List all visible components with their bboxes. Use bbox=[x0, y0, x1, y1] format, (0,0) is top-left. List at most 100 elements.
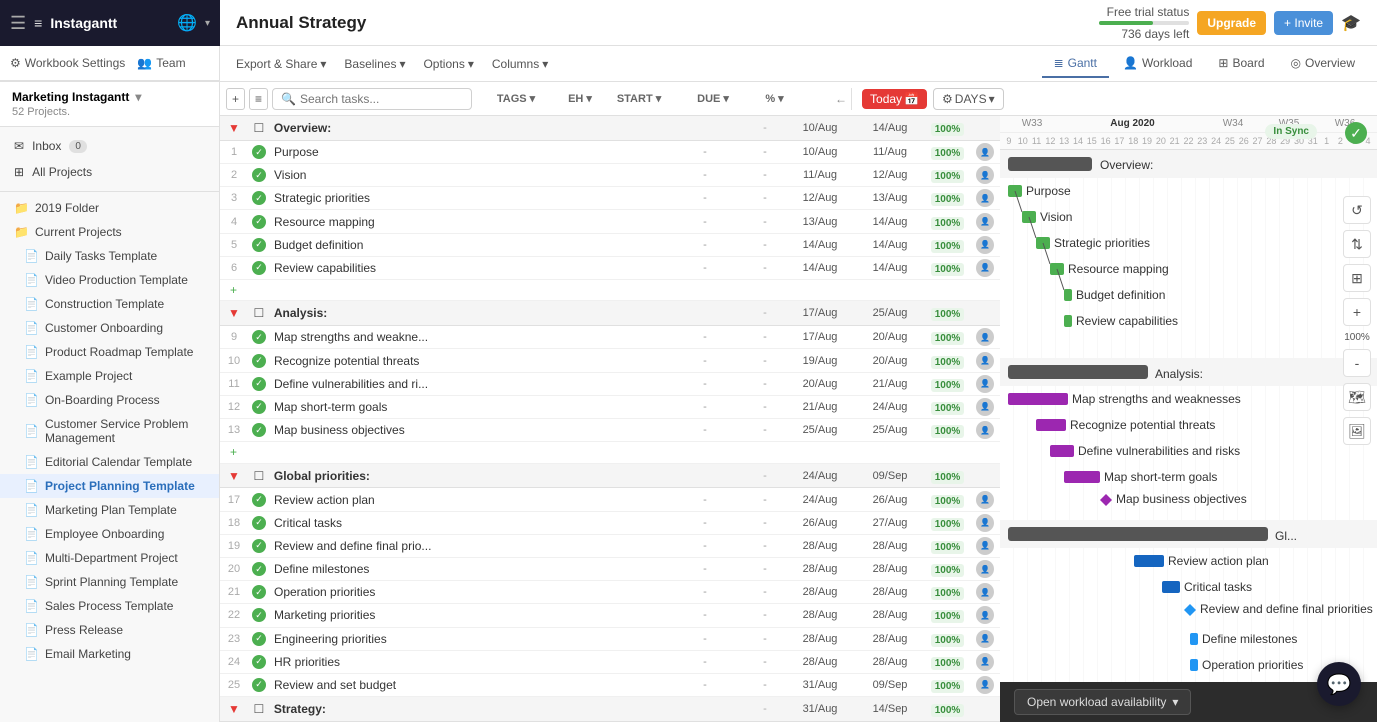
table-row[interactable]: 6 Review capabilities - - 14/Aug 14/Aug … bbox=[220, 257, 1000, 280]
table-row[interactable]: 2 Vision - - 11/Aug 12/Aug 100% 👤 bbox=[220, 164, 1000, 187]
collapse-icon[interactable]: ▼ bbox=[228, 469, 240, 483]
sidebar-project-editorial[interactable]: 📄 Editorial Calendar Template bbox=[0, 450, 219, 474]
undo-button[interactable]: ↺ bbox=[1343, 196, 1371, 224]
workspace-name[interactable]: Marketing Instagantt bbox=[12, 90, 129, 104]
workbook-settings-btn[interactable]: ⚙ Workbook Settings bbox=[10, 56, 125, 70]
sort-button[interactable]: ⇅ bbox=[1343, 230, 1371, 258]
doc-icon: 📄 bbox=[24, 551, 39, 565]
zoom-out-button[interactable]: - bbox=[1343, 349, 1371, 377]
sidebar-project-sales[interactable]: 📄 Sales Process Template bbox=[0, 594, 219, 618]
sidebar-project-csp-management[interactable]: 📄 Customer Service Problem Management bbox=[0, 412, 219, 450]
week-w33: W33 bbox=[1004, 118, 1060, 129]
team-btn[interactable]: 👥 Team bbox=[137, 56, 185, 70]
section-strategy[interactable]: ▼ ☐ Strategy: - 31/Aug 14/Sep 100% bbox=[220, 697, 1000, 722]
tags-column-header[interactable]: TAGS ▾ bbox=[476, 92, 556, 105]
globe-icon[interactable]: 🌐 bbox=[177, 13, 197, 33]
sidebar-project-product-roadmap[interactable]: 📄 Product Roadmap Template bbox=[0, 340, 219, 364]
svg-text:Review and define final priori: Review and define final priorities bbox=[1200, 602, 1373, 616]
due-column-header[interactable]: DUE ▾ bbox=[678, 92, 748, 105]
sidebar-project-press[interactable]: 📄 Press Release bbox=[0, 618, 219, 642]
table-row[interactable]: 20 Define milestones - - 28/Aug 28/Aug 1… bbox=[220, 558, 1000, 581]
sidebar-project-customer-onboarding[interactable]: 📄 Customer Onboarding bbox=[0, 316, 219, 340]
settings-icon: ⚙ bbox=[942, 92, 953, 106]
table-row[interactable]: 13 Map business objectives - - 25/Aug 25… bbox=[220, 419, 1000, 442]
table-row[interactable]: 17 Review action plan - - 24/Aug 26/Aug … bbox=[220, 488, 1000, 511]
section-icon: ☐ bbox=[248, 702, 270, 716]
sidebar-project-example[interactable]: 📄 Example Project bbox=[0, 364, 219, 388]
tab-workload[interactable]: 👤 Workload bbox=[1111, 50, 1204, 78]
table-row[interactable]: 9 Map strengths and weakne... - - 17/Aug… bbox=[220, 326, 1000, 349]
section-overview[interactable]: ▼ ☐ Overview: - 10/Aug 14/Aug 100% bbox=[220, 116, 1000, 141]
options-button[interactable]: Options ▾ bbox=[417, 53, 479, 75]
table-row[interactable]: 3 Strategic priorities - - 12/Aug 13/Aug… bbox=[220, 187, 1000, 210]
upgrade-button[interactable]: Upgrade bbox=[1197, 11, 1266, 35]
today-button[interactable]: Today 📅 bbox=[862, 89, 927, 109]
section-global-priorities[interactable]: ▼ ☐ Global priorities: - 24/Aug 09/Sep 1… bbox=[220, 464, 1000, 489]
collapse-icon[interactable]: ▼ bbox=[228, 121, 240, 135]
tab-gantt[interactable]: ≣ Gantt bbox=[1042, 50, 1109, 78]
image-button[interactable]: 🖼 bbox=[1343, 417, 1371, 445]
invite-button[interactable]: + Invite bbox=[1274, 11, 1333, 35]
table-row[interactable]: 21 Operation priorities - - 28/Aug 28/Au… bbox=[220, 581, 1000, 604]
days-button[interactable]: ⚙ DAYS ▾ bbox=[933, 88, 1004, 110]
export-share-button[interactable]: Export & Share ▾ bbox=[230, 53, 332, 75]
folder-current-projects[interactable]: 📁 Current Projects bbox=[0, 220, 219, 244]
table-row[interactable]: 10 Recognize potential threats - - 19/Au… bbox=[220, 349, 1000, 372]
search-icon: 🔍 bbox=[281, 92, 296, 106]
folder-2019[interactable]: 📁 2019 Folder bbox=[0, 196, 219, 220]
table-row[interactable]: 1 Purpose - - 10/Aug 11/Aug 100% 👤 bbox=[220, 141, 1000, 164]
table-row[interactable]: 5 Budget definition - - 14/Aug 14/Aug 10… bbox=[220, 234, 1000, 257]
add-task-analysis[interactable]: + bbox=[220, 442, 1000, 463]
svg-text:Recognize potential threats: Recognize potential threats bbox=[1070, 418, 1215, 432]
table-row[interactable]: 12 Map short-term goals - - 21/Aug 24/Au… bbox=[220, 396, 1000, 419]
zoom-in-button[interactable]: + bbox=[1343, 298, 1371, 326]
menu-icon[interactable]: ☰ bbox=[10, 13, 26, 34]
sidebar-project-sprint[interactable]: 📄 Sprint Planning Template bbox=[0, 570, 219, 594]
table-row[interactable]: 25 Review and set budget - - 31/Aug 09/S… bbox=[220, 674, 1000, 697]
add-row-button[interactable]: + bbox=[226, 88, 245, 110]
add-section-button[interactable]: ≡ bbox=[249, 88, 268, 110]
sidebar-project-employee-onboarding[interactable]: 📄 Employee Onboarding bbox=[0, 522, 219, 546]
table-row[interactable]: 11 Define vulnerabilities and ri... - - … bbox=[220, 373, 1000, 396]
page-title: Annual Strategy bbox=[236, 13, 366, 33]
map-button[interactable]: 🗺 bbox=[1343, 383, 1371, 411]
team-icon: 👥 bbox=[137, 56, 152, 70]
start-column-header[interactable]: START ▾ bbox=[604, 92, 674, 105]
doc-icon: 📄 bbox=[24, 369, 39, 383]
sidebar-project-construction[interactable]: 📄 Construction Template bbox=[0, 292, 219, 316]
table-row[interactable]: 24 HR priorities - - 28/Aug 28/Aug 100% … bbox=[220, 651, 1000, 674]
columns-button[interactable]: Columns ▾ bbox=[486, 53, 554, 75]
table-row[interactable]: 23 Engineering priorities - - 28/Aug 28/… bbox=[220, 628, 1000, 651]
collapse-icon[interactable]: ▼ bbox=[228, 306, 240, 320]
table-row[interactable]: 22 Marketing priorities - - 28/Aug 28/Au… bbox=[220, 604, 1000, 627]
sidebar-project-marketing-plan[interactable]: 📄 Marketing Plan Template bbox=[0, 498, 219, 522]
sidebar-project-daily-tasks[interactable]: 📄 Daily Tasks Template bbox=[0, 244, 219, 268]
svg-text:Vision: Vision bbox=[1040, 210, 1072, 224]
table-row[interactable]: 4 Resource mapping - - 13/Aug 14/Aug 100… bbox=[220, 210, 1000, 233]
pct-column-header[interactable]: % ▾ bbox=[752, 92, 797, 105]
tab-board[interactable]: ⊞ Board bbox=[1206, 50, 1276, 78]
collapse-arrow-button[interactable]: ← bbox=[835, 92, 847, 106]
svg-text:Overview:: Overview: bbox=[1100, 158, 1153, 172]
sidebar-project-onboarding[interactable]: 📄 On-Boarding Process bbox=[0, 388, 219, 412]
sidebar-project-email[interactable]: 📄 Email Marketing bbox=[0, 642, 219, 666]
baselines-button[interactable]: Baselines ▾ bbox=[338, 53, 411, 75]
table-row[interactable]: 18 Critical tasks - - 26/Aug 27/Aug 100%… bbox=[220, 512, 1000, 535]
filter-button[interactable]: ⊞ bbox=[1343, 264, 1371, 292]
table-row[interactable]: 19 Review and define final prio... - - 2… bbox=[220, 535, 1000, 558]
sidebar-project-video-production[interactable]: 📄 Video Production Template bbox=[0, 268, 219, 292]
sidebar-item-all-projects[interactable]: ⊞ All Projects bbox=[0, 159, 219, 185]
collapse-icon[interactable]: ▼ bbox=[228, 702, 240, 716]
add-task-overview[interactable]: + bbox=[220, 280, 1000, 301]
tab-overview[interactable]: ◎ Overview bbox=[1279, 50, 1368, 78]
section-analysis[interactable]: ▼ ☐ Analysis: - 17/Aug 25/Aug 100% bbox=[220, 301, 1000, 326]
sidebar-project-planning[interactable]: 📄 Project Planning Template bbox=[0, 474, 219, 498]
eh-column-header[interactable]: EH ▾ bbox=[560, 92, 600, 105]
sidebar-project-multi-dept[interactable]: 📄 Multi-Department Project bbox=[0, 546, 219, 570]
chat-bubble-button[interactable]: 💬 bbox=[1317, 662, 1361, 706]
sidebar-item-inbox[interactable]: ✉ Inbox 0 bbox=[0, 133, 219, 159]
inbox-icon: ✉ bbox=[14, 139, 24, 153]
chevron-down-icon: ▾ bbox=[205, 18, 210, 29]
search-input[interactable] bbox=[300, 92, 440, 106]
workload-availability-button[interactable]: Open workload availability ▾ bbox=[1014, 689, 1191, 715]
